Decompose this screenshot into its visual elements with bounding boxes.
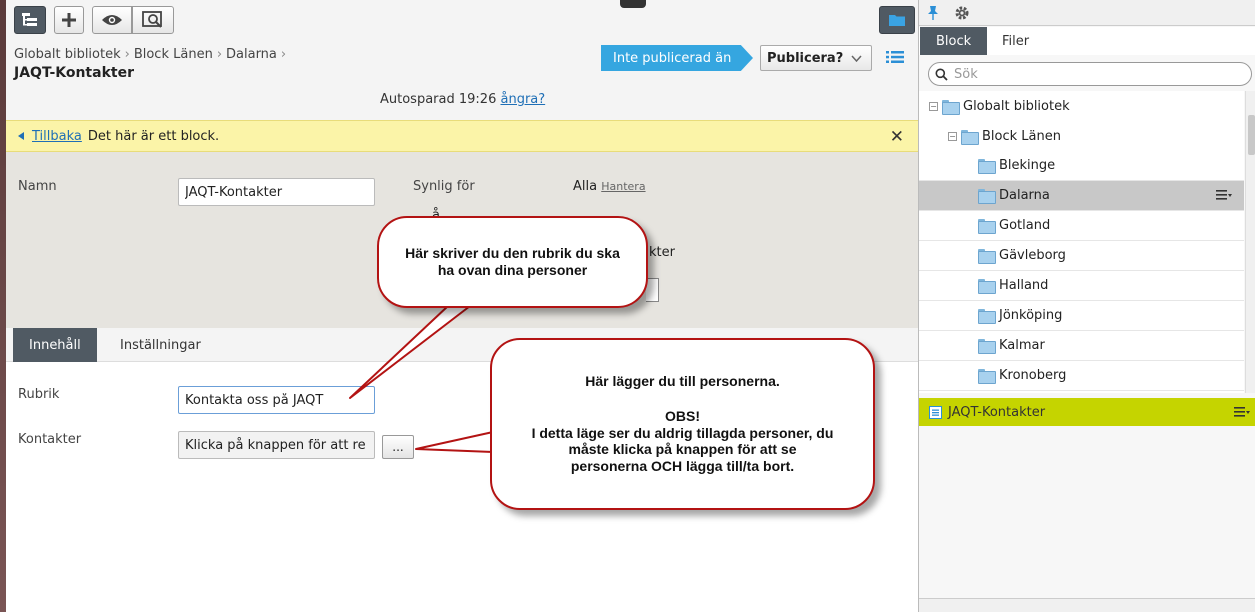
autosave-status: Autosparad 19:26 ångra? (380, 92, 546, 107)
preview-button[interactable] (132, 6, 174, 34)
tree-item-root[interactable]: − Globalt bibliotek (919, 91, 1244, 121)
content-header: Globalt bibliotek › Block Länen › Dalarna ›… (6, 38, 918, 120)
tree-icon (22, 13, 37, 26)
name-input[interactable] (178, 178, 375, 206)
publish-button[interactable]: Publicera? (760, 45, 872, 71)
collapse-icon[interactable]: − (929, 101, 938, 111)
context-menu-icon[interactable] (1234, 406, 1250, 418)
callout-contacts-hint: Här lägger du till personerna. OBS! I de… (490, 338, 875, 510)
view-button[interactable] (92, 6, 132, 34)
tree-item[interactable]: Kalmar (919, 331, 1244, 361)
page-title: JAQT-Kontakter (14, 65, 134, 81)
media-folder-button[interactable] (879, 6, 915, 34)
breadcrumb-item[interactable]: Dalarna (226, 47, 277, 62)
publish-label: Publicera? (767, 50, 844, 66)
folder-icon (978, 219, 996, 234)
manage-link[interactable]: Hantera (601, 180, 645, 193)
heading-label: Rubrik (18, 387, 60, 402)
folder-icon (889, 15, 905, 26)
tree-item-selected[interactable]: Dalarna (919, 181, 1244, 211)
close-icon[interactable]: ✕ (890, 127, 904, 147)
search-placeholder: Sök (954, 66, 978, 82)
name-label: Namn (18, 179, 57, 194)
add-button[interactable] (54, 6, 84, 34)
folder-icon (978, 339, 996, 354)
callout-heading-hint: Här skriver du den rubrik du ska ha ovan… (377, 216, 648, 308)
scrollbar-thumb[interactable] (1248, 115, 1255, 155)
tree-item[interactable]: Jönköping (919, 301, 1244, 331)
status-badge: Inte publicerad än (601, 45, 753, 71)
search-icon (935, 68, 948, 81)
breadcrumb-item[interactable]: Block Länen (134, 47, 213, 62)
contacts-label: Kontakter (18, 432, 82, 447)
tree-scrollbar[interactable] (1245, 91, 1255, 393)
pin-button[interactable] (922, 3, 944, 23)
tree-item[interactable]: Gävleborg (919, 241, 1244, 271)
folder-icon (942, 99, 960, 115)
tab-settings[interactable]: Inställningar (104, 328, 217, 362)
back-link[interactable]: Tillbaka (32, 129, 82, 144)
tree-item[interactable]: Gotland (919, 211, 1244, 241)
folder-icon (978, 369, 996, 384)
folder-icon (961, 129, 979, 145)
folder-icon (978, 189, 996, 204)
panel-tabs: Block Filer (919, 27, 1255, 55)
heading-input[interactable] (178, 386, 375, 414)
panel-footer (919, 598, 1255, 612)
folder-icon (978, 309, 996, 324)
tree-item[interactable]: Kronoberg (919, 361, 1244, 391)
chevron-down-icon (851, 54, 862, 62)
pin-icon (928, 6, 938, 20)
contacts-field[interactable]: Klicka på knappen för att re (178, 431, 375, 459)
tab-files[interactable]: Filer (986, 27, 1045, 55)
tree-item-group[interactable]: − Block Länen (919, 121, 1244, 151)
tab-block[interactable]: Block (920, 27, 988, 55)
panel-toolbar (919, 0, 1255, 26)
context-menu-icon[interactable] (1216, 189, 1232, 201)
top-handle[interactable] (620, 0, 646, 8)
list-view-icon[interactable] (886, 50, 904, 64)
gear-icon (955, 6, 969, 20)
notice-message: Det här är ett block. (87, 128, 220, 144)
block-tree: − Globalt bibliotek − Block Länen Blekin… (919, 91, 1244, 393)
selected-block-label: JAQT-Kontakter (948, 404, 1046, 420)
search-input[interactable]: Sök (928, 62, 1252, 86)
navigation-tree-button[interactable] (14, 6, 46, 34)
tree-item[interactable]: Halland (919, 271, 1244, 301)
block-notice: Tillbaka Det här är ett block. ✕ (6, 120, 918, 152)
select-contacts-button[interactable]: ... (382, 435, 414, 459)
hidden-button-fragment[interactable] (646, 278, 659, 302)
visible-label: Synlig för (413, 179, 475, 194)
arrow-left-icon (18, 132, 24, 140)
tab-content[interactable]: Innehåll (13, 328, 97, 362)
selected-block-bar[interactable]: JAQT-Kontakter (919, 398, 1255, 426)
preview-icon (142, 11, 162, 28)
collapse-icon[interactable]: − (948, 131, 957, 141)
visible-value: Alla Hantera (573, 179, 646, 194)
undo-link[interactable]: ångra? (500, 92, 545, 107)
folder-icon (978, 279, 996, 294)
block-icon (929, 405, 942, 419)
toolbar (6, 0, 918, 38)
settings-button[interactable] (951, 3, 973, 23)
folder-icon (978, 249, 996, 264)
plus-icon (62, 13, 76, 27)
eye-icon (102, 15, 122, 25)
folder-icon (978, 159, 996, 174)
breadcrumb: Globalt bibliotek › Block Länen › Dalarna › (14, 47, 287, 62)
assets-panel: Block Filer Sök − Globalt bibliotek − Bl… (918, 0, 1255, 612)
breadcrumb-item[interactable]: Globalt bibliotek (14, 47, 121, 62)
tree-item[interactable]: Blekinge (919, 151, 1244, 181)
